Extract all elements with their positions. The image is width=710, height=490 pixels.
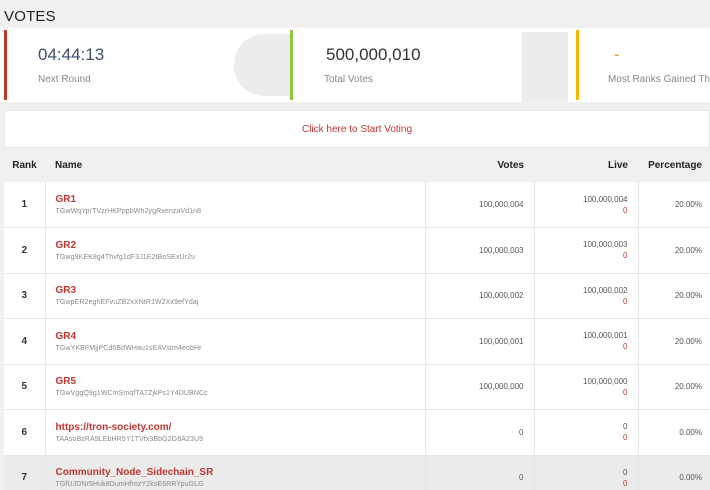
live-votes: 0 — [623, 467, 628, 477]
name-cell: Community_Node_Sidechain_SR TGfUJDNr5Huk… — [44, 455, 426, 490]
live-change: 0 — [623, 387, 628, 397]
total-votes-value: 500,000,010 — [326, 45, 421, 64]
percentage-column-header[interactable]: Percentage — [638, 148, 710, 182]
sr-address: TGfUJDNr5Huk8DumHfmzY2ksE6RRYpuGLG — [55, 481, 204, 489]
next-round-label: Next Round — [38, 74, 91, 85]
name-cell: GR1 TGwWqYprTVzrHKPppbWh2ygRxenzaVd1n8 — [44, 182, 426, 228]
name-cell: https://tron-society.com/ TAAsoBzRA9LEbH… — [44, 409, 426, 455]
sr-address: TAAsoBzRA9LEbHR5Y1TVfx3BbG2G8A23U9 — [55, 435, 204, 443]
live-votes: 100,000,002 — [583, 285, 628, 295]
sr-name-link[interactable]: GR2 — [56, 240, 425, 251]
total-votes-label: Total Votes — [324, 74, 373, 85]
total-votes-accent — [290, 30, 293, 100]
table-row: 3 GR3 TGwpER2eghEFvuZB2xXNtR1W2Xx9efYdaj… — [4, 273, 710, 319]
percentage-cell: 20.00% — [674, 245, 702, 255]
rank-cell: 1 — [21, 199, 28, 210]
live-cell: 0 0 — [534, 455, 639, 490]
page-title: VOTES — [4, 8, 56, 25]
rank-cell: 3 — [21, 290, 28, 302]
rank-cell: 2 — [21, 244, 28, 256]
rank-cell: 6 — [21, 426, 28, 438]
live-cell: 0 0 — [534, 409, 639, 455]
sr-address: TGwYKBFMjjPCd6BdWHau1sEAVstm4eobHr — [55, 344, 202, 352]
live-votes: 100,000,003 — [583, 240, 628, 250]
next-round-card: 04:44:13 Next Round — [4, 28, 290, 102]
live-change: 0 — [623, 478, 628, 488]
total-votes-card: 500,000,010 Total Votes — [290, 28, 576, 102]
percentage-cell: 20.00% — [674, 200, 702, 209]
name-cell: GR2 TGwg9KEK8g4Thvfg1dF3J1E2tBoSExUr2u — [44, 227, 426, 273]
percentage-cell: 0.00% — [679, 473, 702, 483]
most-ranks-gained-label: Most Ranks Gained Th — [608, 74, 710, 85]
sr-name-link[interactable]: GR5 — [56, 376, 425, 387]
next-round-accent — [4, 30, 7, 100]
live-change: 0 — [623, 205, 628, 215]
sr-address: TGwWqYprTVzrHKPppbWh2ygRxenzaVd1n8 — [55, 208, 202, 215]
most-ranks-gained-value: - — [614, 45, 620, 64]
sr-name-link[interactable]: GR3 — [56, 285, 425, 296]
name-cell: GR4 TGwYKBFMjjPCd6BdWHau1sEAVstm4eobHr — [44, 318, 426, 364]
live-change: 0 — [623, 296, 628, 306]
table-row: 2 GR2 TGwg9KEK8g4Thvfg1dF3J1E2tBoSExUr2u… — [4, 227, 710, 273]
votes-cell: 100,000,003 — [425, 227, 535, 273]
live-votes: 100,000,004 — [583, 194, 628, 204]
table-row: 4 GR4 TGwYKBFMjjPCd6BdWHau1sEAVstm4eobHr… — [4, 318, 710, 364]
percentage-cell: 20.00% — [674, 291, 702, 301]
sr-name-link[interactable]: https://tron-society.com/ — [56, 422, 425, 433]
percentage-cell: 20.00% — [674, 382, 702, 392]
table-row: 5 GR5 TGwVggQ9g1WCmSmqfTA7ZjkPs1Y4DUBNCc… — [4, 364, 710, 410]
sr-address: TGwg9KEK8g4Thvfg1dF3J1E2tBoSExUr2u — [55, 253, 196, 261]
sr-name-link[interactable]: GR4 — [56, 331, 425, 342]
votes-cell: 100,000,000 — [425, 364, 535, 410]
most-ranks-gained-accent — [576, 30, 579, 100]
votes-cell: 100,000,001 — [425, 318, 535, 364]
sr-address: TGwVggQ9g1WCmSmqfTA7ZjkPs1Y4DUBNCc — [55, 390, 208, 398]
table-header-row: Rank Name Votes Live Percentage — [4, 148, 710, 182]
live-cell: 100,000,004 0 — [534, 182, 639, 228]
live-votes: 0 — [623, 422, 628, 432]
live-cell: 100,000,003 0 — [534, 227, 639, 273]
live-cell: 100,000,000 0 — [534, 364, 639, 410]
live-cell: 100,000,002 0 — [534, 273, 639, 319]
name-cell: GR3 TGwpER2eghEFvuZB2xXNtR1W2Xx9efYdaj — [44, 273, 426, 319]
rank-cell: 7 — [21, 472, 28, 484]
stats-panel: 04:44:13 Next Round 500,000,010 Total Vo… — [0, 28, 710, 102]
live-cell: 100,000,001 0 — [534, 318, 639, 364]
most-ranks-gained-card: - Most Ranks Gained Th — [576, 28, 710, 102]
table-row: 7 Community_Node_Sidechain_SR TGfUJDNr5H… — [4, 455, 710, 490]
table-row: 6 https://tron-society.com/ TAAsoBzRA9LE… — [4, 409, 710, 455]
sr-address: TGwpER2eghEFvuZB2xXNtR1W2Xx9efYdaj — [55, 299, 199, 307]
votes-cell: 0 — [425, 409, 535, 455]
live-change: 0 — [623, 342, 628, 352]
votes-cell: 100,000,004 — [425, 182, 535, 228]
name-cell: GR5 TGwVggQ9g1WCmSmqfTA7ZjkPs1Y4DUBNCc — [44, 364, 426, 410]
votes-column-header[interactable]: Votes — [425, 148, 534, 182]
table-row: 1 GR1 TGwWqYprTVzrHKPppbWh2ygRxenzaVd1n8… — [4, 182, 710, 228]
live-column-header[interactable]: Live — [534, 148, 638, 182]
percentage-cell: 0.00% — [679, 427, 702, 437]
votes-cell: 100,000,002 — [425, 273, 535, 319]
rank-cell: 4 — [21, 335, 28, 347]
sr-name-link[interactable]: Community_Node_Sidechain_SR — [56, 467, 425, 478]
start-voting-button[interactable]: Click here to Start Voting — [4, 110, 710, 148]
sr-name-link[interactable]: GR1 — [56, 194, 425, 205]
votes-table: Rank Name Votes Live Percentage 1 GR1 TG… — [4, 148, 710, 490]
rank-cell: 5 — [21, 381, 28, 393]
rank-column-header[interactable]: Rank — [4, 148, 45, 182]
next-round-value: 04:44:13 — [38, 45, 105, 64]
percentage-cell: 20.00% — [674, 336, 702, 346]
votes-cell: 0 — [425, 455, 535, 490]
live-votes: 100,000,001 — [583, 331, 628, 341]
name-column-header[interactable]: Name — [45, 148, 425, 182]
live-change: 0 — [623, 433, 628, 443]
live-change: 0 — [623, 251, 628, 261]
live-votes: 100,000,000 — [583, 376, 628, 386]
